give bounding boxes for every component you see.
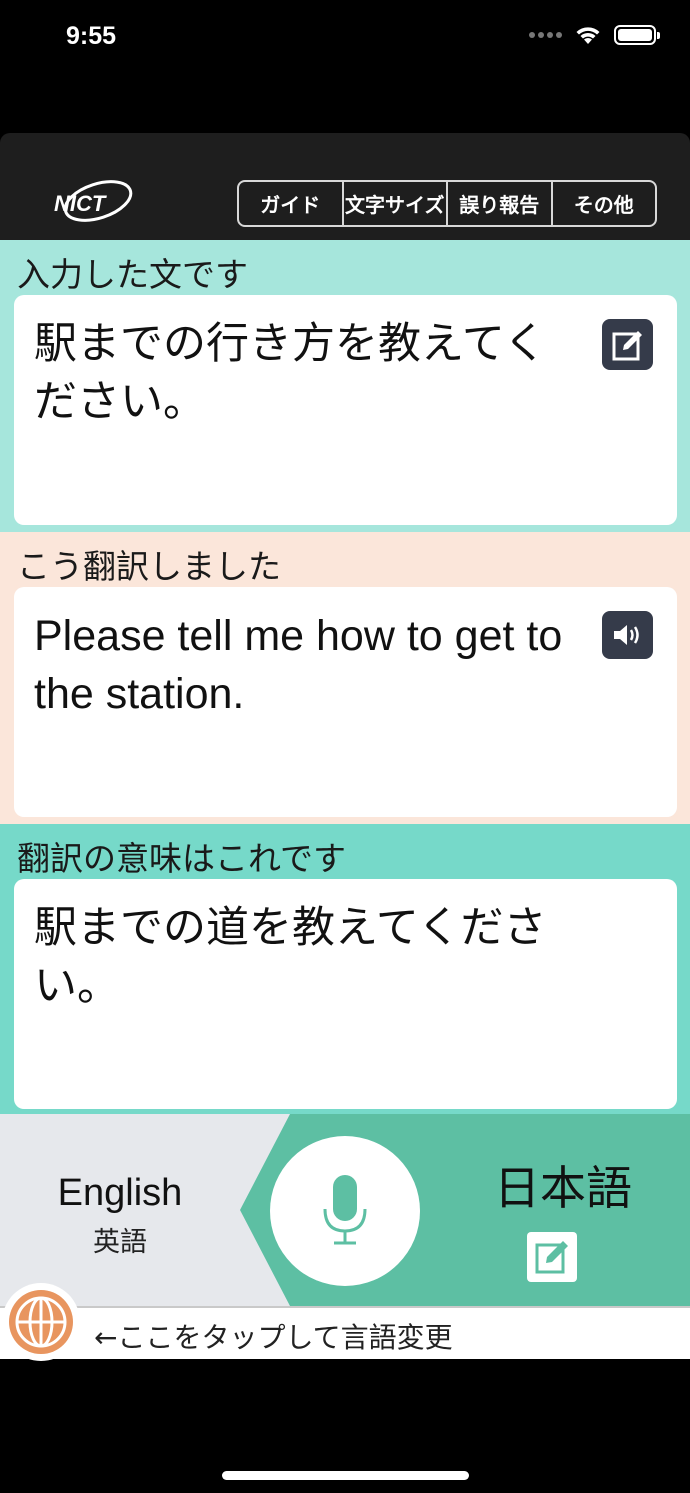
edit-button[interactable] — [602, 319, 653, 370]
input-text: 駅までの行き方を教えてください。 — [34, 319, 547, 427]
other-button[interactable]: その他 — [550, 182, 656, 225]
source-language-name: English — [57, 1172, 183, 1214]
back-translation-section: 翻訳の意味はこれです 駅までの道を教えてください。 — [0, 824, 690, 1114]
language-change-hint[interactable]: ←ここをタップして言語変更 — [0, 1306, 690, 1359]
language-bar: English 英語 日本語 — [0, 1114, 690, 1306]
source-language-subtitle: 英語 — [93, 1227, 147, 1258]
globe-icon — [9, 1290, 73, 1354]
source-language-panel[interactable]: English 英語 — [0, 1114, 290, 1306]
target-language-name[interactable]: 日本語 — [478, 1152, 648, 1218]
nict-logo: NICT — [54, 180, 133, 222]
signal-icon — [529, 32, 562, 38]
status-icons — [529, 24, 660, 46]
home-indicator[interactable] — [222, 1471, 469, 1480]
mic-button[interactable] — [270, 1136, 420, 1286]
input-section: 入力した文です 駅までの行き方を教えてください。 — [0, 240, 690, 532]
back-translation-card: 駅までの道を教えてください。 — [14, 879, 677, 1109]
app-header: NICT ガイド 文字サイズ 誤り報告 その他 — [0, 133, 690, 240]
speak-button[interactable] — [602, 611, 653, 659]
input-card[interactable]: 駅までの行き方を教えてください。 — [14, 295, 677, 525]
translation-section: こう翻訳しました Please tell me how to get to th… — [0, 532, 690, 824]
edit-icon — [612, 330, 642, 360]
input-section-label: 入力した文です — [17, 255, 248, 294]
guide-button[interactable]: ガイド — [239, 182, 342, 225]
wifi-icon — [576, 27, 600, 44]
edit-icon — [535, 1241, 568, 1274]
status-time: 9:55 — [66, 22, 117, 50]
speaker-icon — [613, 625, 639, 645]
language-change-button[interactable] — [2, 1283, 80, 1361]
translation-card: Please tell me how to get to the station… — [14, 587, 677, 817]
header-menu: ガイド 文字サイズ 誤り報告 その他 — [237, 180, 657, 227]
translation-text: Please tell me how to get to the station… — [34, 612, 563, 718]
battery-icon — [614, 25, 660, 45]
svg-text:NICT: NICT — [54, 191, 107, 216]
back-translation-section-label: 翻訳の意味はこれです — [17, 839, 347, 878]
keyboard-input-button[interactable] — [527, 1232, 577, 1282]
error-report-button[interactable]: 誤り報告 — [446, 182, 551, 225]
hint-text: ←ここをタップして言語変更 — [94, 1321, 453, 1354]
font-size-button[interactable]: 文字サイズ — [341, 182, 447, 225]
back-translation-text: 駅までの道を教えてください。 — [34, 903, 547, 1011]
translation-section-label: こう翻訳しました — [17, 547, 281, 586]
microphone-icon — [323, 1175, 367, 1245]
